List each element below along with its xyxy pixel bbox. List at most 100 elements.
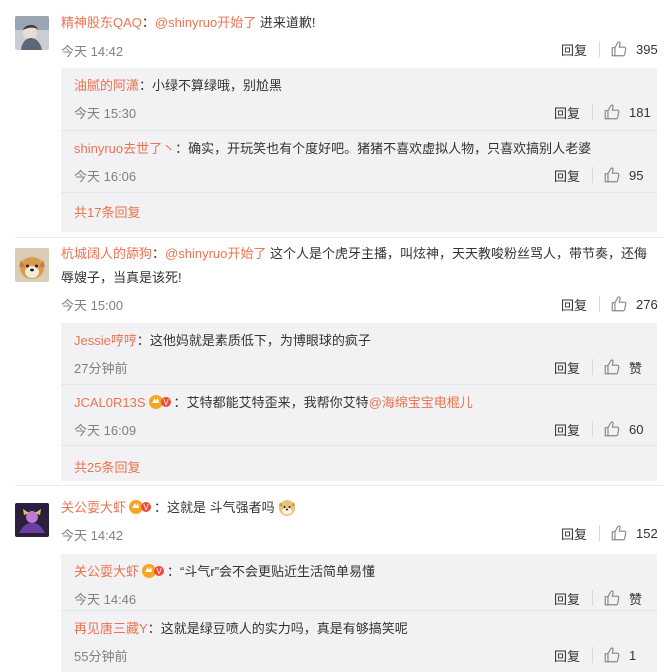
- reply-text: 确实，开玩笑也有个度好吧。猪猪不喜欢虚拟人物，只喜欢搞别人老婆: [188, 141, 592, 156]
- comment-time: 今天 14:42: [61, 44, 124, 59]
- reply-text: 这就是绿豆喷人的实力吗，真是有够搞笑呢: [160, 621, 408, 636]
- reply-list: 油腻的阿潇：小绿不算绿哦，别尬黑 今天 15:30 回复 181 shinyru…: [61, 68, 657, 232]
- comment: 关公耍大虾 V ：这就是 斗气强者吗 今天 14:42 回复 152 关公耍大虾 V：…: [0, 486, 664, 672]
- username[interactable]: 再见唐三藏Y: [74, 621, 148, 636]
- comment: 精神股东QAQ：@shinyruo开始了 进来道歉! 今天 14:42 回复 3…: [0, 0, 664, 238]
- reply-time: 27分钟前: [74, 361, 128, 376]
- reply-item: Jessie哼哼：这他妈就是素质低下，为博眼球的疯子 27分钟前 回复 赞: [61, 323, 657, 385]
- thumbs-up-icon: [603, 420, 621, 438]
- reply-button[interactable]: 回复: [561, 295, 587, 314]
- divider: [592, 104, 593, 120]
- like-button[interactable]: 1: [603, 646, 651, 664]
- like-button[interactable]: 395: [610, 40, 658, 58]
- divider: [592, 359, 593, 375]
- reply-text: 这他妈就是素质低下，为博眼球的疯子: [149, 333, 371, 348]
- divider: [592, 590, 593, 606]
- reply-item: 关公耍大虾 V ：“斗气r”会不会更贴近生活简单易懂 今天 14:46 回复 赞: [61, 554, 657, 616]
- divider: [592, 167, 593, 183]
- like-button[interactable]: 60: [603, 420, 651, 438]
- username[interactable]: 杭城阔人的舔狗: [61, 246, 152, 261]
- reply-time: 今天 14:46: [74, 592, 137, 607]
- thumbs-up-icon: [603, 589, 621, 607]
- vip-badge-icon: V: [148, 394, 172, 410]
- like-count: 1: [629, 647, 637, 663]
- thumbs-up-icon: [610, 295, 628, 313]
- mention-link[interactable]: @海绵宝宝电棍儿: [369, 395, 473, 410]
- reply-text: 艾特都能艾特歪来，我帮你艾特: [186, 395, 369, 410]
- avatar[interactable]: [15, 248, 49, 282]
- username[interactable]: 精神股东QAQ: [61, 15, 142, 30]
- reply-time: 今天 16:09: [74, 423, 137, 438]
- username[interactable]: JCAL0R13S: [74, 395, 146, 410]
- like-button[interactable]: 152: [610, 524, 658, 542]
- username[interactable]: 关公耍大虾: [74, 564, 139, 579]
- vip-badge-icon: V: [128, 499, 152, 515]
- vip-badge-icon: V: [141, 563, 165, 579]
- mention-link[interactable]: @shinyruo开始了: [155, 15, 256, 30]
- like-count: 95: [629, 167, 644, 183]
- divider: [61, 192, 657, 193]
- reply-time: 今天 15:30: [74, 106, 137, 121]
- divider: [592, 421, 593, 437]
- divider: [592, 647, 593, 663]
- thumbs-up-icon: [603, 166, 621, 184]
- more-replies-link[interactable]: 共17条回复: [74, 202, 140, 221]
- username[interactable]: 关公耍大虾: [61, 500, 126, 515]
- username[interactable]: 油腻的阿潇: [74, 78, 139, 93]
- comment-time: 今天 14:42: [61, 528, 124, 543]
- avatar[interactable]: [15, 503, 49, 537]
- thumbs-up-icon: [603, 103, 621, 121]
- like-button[interactable]: 95: [603, 166, 651, 184]
- like-count: 276: [636, 296, 658, 312]
- reply-text: 小绿不算绿哦，别尬黑: [152, 78, 283, 93]
- svg-text:V: V: [163, 398, 169, 407]
- svg-text:V: V: [143, 503, 149, 512]
- comment-text: 这就是 斗气强者吗: [167, 500, 275, 515]
- thumbs-up-icon: [610, 524, 628, 542]
- doge-emoji-icon: [277, 497, 297, 517]
- like-button[interactable]: 赞: [603, 589, 651, 608]
- reply-button[interactable]: 回复: [554, 358, 580, 377]
- like-button[interactable]: 276: [610, 295, 658, 313]
- reply-button[interactable]: 回复: [554, 589, 580, 608]
- reply-time: 55分钟前: [74, 649, 128, 664]
- divider: [599, 296, 600, 312]
- reply-button[interactable]: 回复: [554, 646, 580, 665]
- reply-button[interactable]: 回复: [554, 420, 580, 439]
- reply-button[interactable]: 回复: [561, 524, 587, 543]
- like-count: 赞: [629, 360, 643, 376]
- thumbs-up-icon: [603, 646, 621, 664]
- comment-text: 进来道歉!: [256, 15, 316, 30]
- like-button[interactable]: 181: [603, 103, 651, 121]
- like-count: 60: [629, 421, 644, 437]
- reply-item: 油腻的阿潇：小绿不算绿哦，别尬黑 今天 15:30 回复 181: [74, 78, 651, 122]
- reply-item: 再见唐三藏Y：这就是绿豆喷人的实力吗，真是有够搞笑呢 55分钟前 回复 1: [61, 610, 657, 672]
- like-count: 赞: [629, 591, 643, 607]
- reply-item: JCAL0R13S V ：艾特都能艾特歪来，我帮你艾特@海绵宝宝电棍儿 今天 16:…: [61, 384, 657, 446]
- thumbs-up-icon: [603, 358, 621, 376]
- divider: [599, 41, 600, 57]
- reply-time: 今天 16:06: [74, 169, 137, 184]
- comment-time: 今天 15:00: [61, 298, 124, 313]
- like-button[interactable]: 赞: [603, 358, 651, 377]
- username[interactable]: shinyruo去世了丶: [74, 141, 175, 156]
- svg-text:V: V: [156, 567, 162, 576]
- reply-list: Jessie哼哼：这他妈就是素质低下，为博眼球的疯子 27分钟前 回复 赞 JC…: [61, 323, 657, 481]
- reply-item: shinyruo去世了丶：确实，开玩笑也有个度好吧。猪猪不喜欢虚拟人物，只喜欢搞…: [61, 130, 657, 192]
- like-count: 395: [636, 41, 658, 57]
- reply-text: “斗气r”会不会更贴近生活简单易懂: [180, 564, 376, 579]
- divider: [599, 525, 600, 541]
- thumbs-up-icon: [610, 40, 628, 58]
- username[interactable]: Jessie哼哼: [74, 333, 137, 348]
- comment: 杭城阔人的舔狗：@shinyruo开始了 这个人是个虎牙主播，叫炫神，天天教唆粉…: [0, 238, 664, 486]
- divider: [61, 445, 657, 446]
- reply-button[interactable]: 回复: [561, 40, 587, 59]
- like-count: 181: [629, 104, 651, 120]
- more-replies-link[interactable]: 共25条回复: [74, 457, 140, 476]
- reply-button[interactable]: 回复: [554, 166, 580, 185]
- mention-link[interactable]: @shinyruo开始了: [165, 246, 266, 261]
- like-count: 152: [636, 525, 658, 541]
- avatar[interactable]: [15, 16, 49, 50]
- reply-button[interactable]: 回复: [554, 103, 580, 122]
- reply-list: 关公耍大虾 V ：“斗气r”会不会更贴近生活简单易懂 今天 14:46 回复 赞 再…: [61, 554, 657, 672]
